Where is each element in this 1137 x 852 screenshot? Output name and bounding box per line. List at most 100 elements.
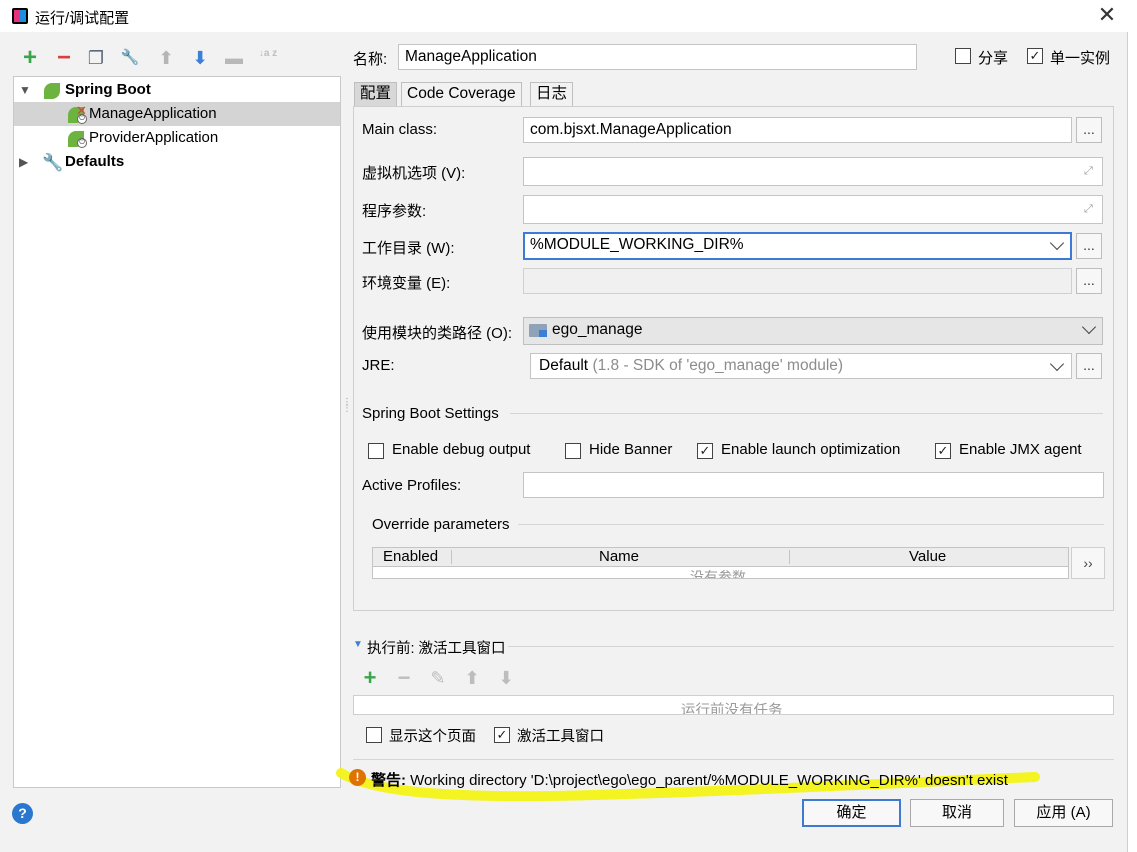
env-vars-label: 环境变量 (E): [362, 275, 451, 292]
add-icon[interactable]: + [20, 46, 40, 70]
folder-icon: ▬ [225, 48, 243, 68]
run-badge-icon: ⏻ [77, 138, 87, 148]
before-launch-title: 执行前: 激活工具窗口 [367, 641, 506, 657]
jre-hint: (1.8 - SDK of 'ego_manage' module) [592, 357, 844, 374]
name-label: 名称: [353, 51, 388, 68]
title-bar: 运行/调试配置 ✕ [0, 0, 1128, 32]
help-icon[interactable]: ? [12, 803, 33, 824]
edit-task-icon: ✎ [430, 668, 446, 688]
override-params-header: Enabled Name Value [372, 547, 1069, 567]
module-select[interactable]: ego_manage [523, 317, 1103, 345]
section-divider [508, 646, 1114, 647]
before-launch-empty-text: 运行前没有任务 [681, 703, 783, 715]
collapse-arrow-icon[interactable]: ▶ [19, 150, 28, 174]
run-debug-config-dialog: 运行/调试配置 ✕ + − ❐ 🔧 ⬆ ⬇ ▬ ↓a z ▼ Spring Bo… [0, 0, 1128, 852]
warning-message: 警告: Working directory 'D:\project\ego\eg… [371, 769, 1008, 790]
jre-select[interactable]: Default (1.8 - SDK of 'ego_manage' modul… [530, 353, 1072, 379]
remove-icon[interactable]: − [54, 46, 74, 70]
section-divider [510, 413, 1103, 414]
share-label: 分享 [978, 50, 1009, 67]
tree-node-spring-boot[interactable]: ▼ Spring Boot [14, 78, 340, 102]
expand-field-icon[interactable]: ⤢ [1084, 203, 1093, 216]
main-class-label: Main class: [362, 121, 438, 138]
launch-optimization-checkbox[interactable]: ✓ [697, 443, 713, 459]
vm-options-input[interactable] [523, 157, 1103, 186]
show-page-label: 显示这个页面 [389, 729, 476, 745]
program-args-input[interactable] [523, 195, 1103, 224]
remove-task-icon: − [397, 665, 411, 690]
show-page-checkbox[interactable] [366, 727, 382, 743]
jre-browse-button[interactable]: ... [1076, 353, 1102, 379]
name-input[interactable]: ManageApplication [398, 44, 917, 70]
collapse-triangle-icon[interactable]: ▼ [353, 639, 363, 650]
sort-icon: ↓a z [258, 48, 278, 59]
wrench-icon[interactable]: 🔧 [120, 48, 140, 68]
apply-button[interactable]: 应用 (A) [1014, 799, 1113, 827]
before-launch-list[interactable]: 运行前没有任务 [353, 695, 1114, 715]
single-instance-label: 单一实例 [1050, 50, 1111, 67]
background-editor [1128, 0, 1137, 852]
main-class-browse-button[interactable]: ... [1076, 117, 1102, 143]
jre-value: Default [539, 357, 589, 374]
working-dir-input[interactable]: %MODULE_WORKING_DIR% [523, 232, 1072, 260]
module-classpath-label: 使用模块的类路径 (O): [362, 325, 512, 342]
tab-logs[interactable]: 日志 [530, 82, 574, 106]
cancel-button[interactable]: 取消 [910, 799, 1004, 827]
active-profiles-input[interactable] [523, 472, 1104, 498]
expand-field-icon[interactable]: ⤢ [1084, 165, 1093, 178]
copy-icon[interactable]: ❐ [86, 48, 106, 68]
run-badge-icon: ⏻ [77, 114, 87, 124]
tree-item-provider-application[interactable]: ⏻ ProviderApplication [14, 126, 340, 150]
move-task-down-icon: ⬇ [498, 668, 514, 688]
move-task-up-icon: ⬆ [464, 668, 480, 688]
spring-boot-settings-title: Spring Boot Settings [362, 405, 499, 422]
main-class-input[interactable]: com.bjsxt.ManageApplication [523, 117, 1072, 143]
window-title: 运行/调试配置 [35, 10, 130, 27]
jre-label: JRE: [362, 357, 395, 374]
hide-banner-checkbox[interactable] [565, 443, 581, 459]
empty-table-clip: 没有参数 [373, 567, 1068, 578]
column-name[interactable]: Name [599, 548, 639, 566]
jmx-agent-label: Enable JMX agent [959, 441, 1082, 458]
move-down-icon[interactable]: ⬇ [190, 48, 210, 68]
section-divider [518, 524, 1104, 525]
column-enabled[interactable]: Enabled [383, 548, 438, 566]
working-dir-browse-button[interactable]: ... [1076, 233, 1102, 259]
override-params-title: Override parameters [372, 516, 510, 533]
defaults-wrench-icon: 🔧 [42, 153, 64, 172]
hide-banner-label: Hide Banner [589, 441, 673, 458]
debug-output-label: Enable debug output [392, 441, 531, 458]
splitter-handle-icon[interactable]: ⋮ ⋮ [342, 398, 352, 414]
tab-config[interactable]: 配置 [354, 82, 398, 106]
activate-window-label: 激活工具窗口 [517, 729, 604, 745]
tree-label-defaults: Defaults [65, 153, 125, 170]
empty-table-text: 没有参数 [690, 569, 746, 578]
expand-arrow-icon[interactable]: ▼ [19, 78, 31, 102]
close-icon[interactable]: ✕ [1094, 2, 1120, 28]
tree-label-provider: ProviderApplication [89, 129, 219, 146]
jmx-agent-checkbox[interactable]: ✓ [935, 443, 951, 459]
tree-item-manage-application[interactable]: ✕ ⏻ ManageApplication [14, 102, 340, 126]
warning-icon: ! [349, 769, 366, 786]
env-vars-input[interactable] [523, 268, 1072, 294]
intellij-app-icon [12, 8, 28, 24]
ok-button[interactable]: 确定 [802, 799, 901, 827]
debug-output-checkbox[interactable] [368, 443, 384, 459]
warning-prefix: 警告: [371, 772, 406, 789]
env-vars-browse-button[interactable]: ... [1076, 268, 1102, 294]
program-args-label: 程序参数: [362, 203, 427, 220]
tree-label-manage: ManageApplication [89, 105, 217, 122]
share-checkbox[interactable] [955, 48, 971, 64]
vm-options-label: 虚拟机选项 (V): [362, 165, 466, 182]
tree-node-defaults[interactable]: ▶ 🔧 Defaults [14, 150, 340, 174]
config-tree[interactable]: ▼ Spring Boot ✕ ⏻ ManageApplication ⏻ Pr… [13, 76, 341, 788]
more-params-button[interactable]: ›› [1071, 547, 1105, 579]
add-task-icon[interactable]: + [360, 667, 380, 689]
tab-code-coverage[interactable]: Code Coverage [401, 82, 522, 106]
activate-window-checkbox[interactable]: ✓ [494, 727, 510, 743]
module-folder-icon [529, 324, 547, 337]
spring-boot-icon [44, 83, 60, 99]
single-instance-checkbox[interactable]: ✓ [1027, 48, 1043, 64]
column-value[interactable]: Value [909, 548, 946, 566]
working-dir-label: 工作目录 (W): [362, 240, 455, 257]
